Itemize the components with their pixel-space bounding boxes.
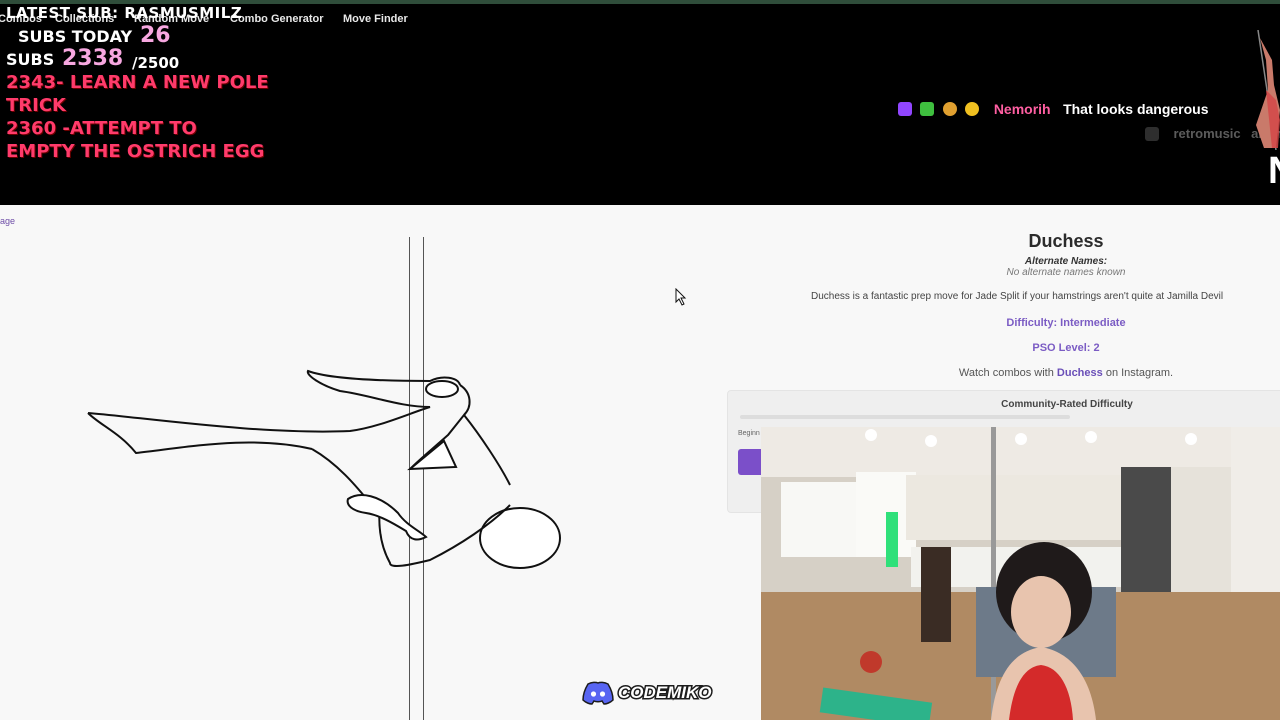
difficulty-slider[interactable] bbox=[740, 415, 1070, 419]
move-description: Duchess is a fantastic prep move for Jad… bbox=[811, 291, 1224, 302]
alternate-names-value: No alternate names known bbox=[1006, 267, 1126, 278]
subs-label: SUBS bbox=[6, 50, 55, 69]
alternate-names-label: Alternate Names: bbox=[1024, 256, 1108, 267]
check-badge-icon bbox=[920, 101, 935, 116]
goal-line-2: TRICK bbox=[6, 95, 66, 116]
subs-value: 2338 bbox=[62, 46, 124, 71]
chat-username: retromusic bbox=[1173, 126, 1241, 142]
watch-suffix: on Instagram. bbox=[1102, 367, 1174, 379]
pso-level-link[interactable]: PSO Level: 2 bbox=[800, 342, 1280, 354]
chat-text: That looks dangerous bbox=[1063, 100, 1209, 117]
nav-combo-generator[interactable]: Combo Generator bbox=[230, 13, 324, 25]
stream-overlay-header: Combos Collections Random Move Combo Gen… bbox=[0, 0, 1280, 205]
difficulty-link[interactable]: Difficulty: Intermediate bbox=[800, 317, 1280, 329]
webcam-feed bbox=[761, 427, 1280, 720]
twitch-badge-icon bbox=[1145, 126, 1159, 141]
emote-badge-icon bbox=[942, 101, 957, 116]
goal-line-1: 2343- LEARN A NEW POLE bbox=[6, 72, 269, 93]
subs-today-label: SUBS TODAY bbox=[18, 27, 133, 46]
mouse-cursor-icon bbox=[675, 288, 687, 306]
emote-face-icon bbox=[965, 101, 980, 116]
goal-line-4: EMPTY THE OSTRICH EGG bbox=[6, 141, 265, 162]
discord-icon bbox=[582, 681, 614, 705]
move-title: Duchess bbox=[1028, 231, 1104, 251]
scale-start-label: Beginn bbox=[738, 430, 760, 437]
discord-promo: CODEMIKO bbox=[582, 681, 713, 707]
instagram-move-link[interactable]: Duchess bbox=[1057, 367, 1103, 379]
watch-prefix: Watch combos with bbox=[958, 367, 1057, 379]
subs-today-value: 26 bbox=[140, 23, 171, 48]
chat-message: Nemorih That looks dangerous bbox=[898, 100, 1209, 120]
twitch-badge-icon bbox=[898, 101, 912, 116]
edge-letter: N bbox=[1268, 150, 1280, 193]
subs-goal: /2500 bbox=[132, 54, 180, 72]
latest-sub-label: LATEST SUB: RASMUSMILZ bbox=[6, 4, 243, 22]
pole-dancer-image bbox=[1256, 30, 1280, 150]
community-difficulty-title: Community-Rated Difficulty bbox=[1001, 399, 1133, 410]
nav-move-finder[interactable]: Move Finder bbox=[343, 13, 408, 25]
move-illustration bbox=[87, 369, 561, 569]
page-crumb[interactable]: age bbox=[0, 216, 15, 226]
instagram-watch-text: Watch combos with Duchess on Instagram. bbox=[800, 367, 1280, 379]
discord-label: CODEMIKO bbox=[617, 682, 713, 704]
goal-line-3: 2360 -ATTEMPT TO bbox=[6, 118, 197, 139]
chat-username: Nemorih bbox=[993, 100, 1051, 117]
webcam-scene bbox=[761, 427, 1280, 720]
